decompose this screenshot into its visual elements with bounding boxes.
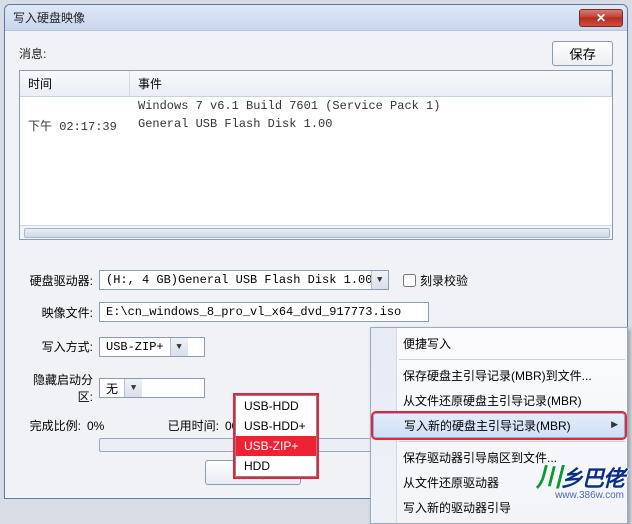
hidden-partition-value: 无 bbox=[100, 380, 124, 397]
hidden-partition-label: 隐藏启动分区: bbox=[19, 371, 99, 405]
progress-value: 0% bbox=[87, 419, 151, 433]
log-row: 下午 02:17:39 General USB Flash Disk 1.00 bbox=[20, 115, 612, 136]
log-time-cell bbox=[20, 97, 130, 115]
write-method-option[interactable]: USB-ZIP+ bbox=[236, 436, 316, 456]
write-method-combo[interactable]: USB-ZIP+ ▼ bbox=[99, 337, 205, 357]
progress-label: 完成比例: bbox=[19, 417, 81, 434]
log-scrollbar[interactable] bbox=[20, 225, 612, 239]
write-method-option[interactable]: HDD bbox=[236, 456, 316, 476]
log-header: 时间 事件 bbox=[20, 71, 612, 97]
log-rows: Windows 7 v6.1 Build 7601 (Service Pack … bbox=[20, 97, 612, 225]
drive-value: (H:, 4 GB)General USB Flash Disk 1.00 bbox=[100, 273, 371, 287]
write-method-label: 写入方式: bbox=[19, 338, 99, 355]
menu-item-save-mbr[interactable]: 保存硬盘主引导记录(MBR)到文件... bbox=[371, 363, 627, 388]
elapsed-label: 已用时间: bbox=[157, 417, 219, 434]
write-method-option[interactable]: USB-HDD+ bbox=[236, 416, 316, 436]
chevron-down-icon[interactable]: ▼ bbox=[124, 379, 142, 397]
menu-separator bbox=[399, 359, 625, 360]
hidden-partition-combo[interactable]: 无 ▼ bbox=[99, 378, 205, 398]
scrollbar-thumb[interactable] bbox=[24, 228, 610, 238]
menu-item-write-new-mbr[interactable]: 写入新的硬盘主引导记录(MBR) bbox=[373, 413, 625, 438]
chevron-down-icon[interactable]: ▼ bbox=[371, 271, 389, 289]
drive-combo[interactable]: (H:, 4 GB)General USB Flash Disk 1.00 ▼ bbox=[99, 270, 389, 290]
save-button[interactable]: 保存 bbox=[552, 41, 613, 66]
image-file-input[interactable]: E:\cn_windows_8_pro_vl_x64_dvd_917773.is… bbox=[99, 302, 429, 322]
log-col-event[interactable]: 事件 bbox=[130, 71, 612, 96]
log-panel: 时间 事件 Windows 7 v6.1 Build 7601 (Service… bbox=[19, 70, 613, 240]
watermark-rest: 乡巴佬 bbox=[561, 466, 624, 491]
chevron-down-icon[interactable]: ▼ bbox=[170, 338, 188, 356]
close-button[interactable]: ✕ bbox=[579, 9, 623, 27]
image-file-value: E:\cn_windows_8_pro_vl_x64_dvd_917773.is… bbox=[106, 305, 401, 319]
log-event-cell: Windows 7 v6.1 Build 7601 (Service Pack … bbox=[130, 97, 612, 115]
write-method-option[interactable]: USB-HDD bbox=[236, 396, 316, 416]
verify-checkbox-input[interactable] bbox=[403, 274, 416, 287]
watermark-text: 川乡巴佬 bbox=[536, 457, 624, 494]
watermark-accent: 川 bbox=[536, 462, 561, 492]
write-method-dropdown[interactable]: USB-HDD USB-HDD+ USB-ZIP+ HDD bbox=[235, 395, 317, 477]
verify-label: 刻录校验 bbox=[420, 272, 468, 289]
log-time-cell: 下午 02:17:39 bbox=[20, 115, 130, 136]
verify-checkbox[interactable]: 刻录校验 bbox=[399, 271, 468, 290]
window-title: 写入硬盘映像 bbox=[13, 9, 85, 26]
menu-item-restore-mbr[interactable]: 从文件还原硬盘主引导记录(MBR) bbox=[371, 388, 627, 413]
log-row: Windows 7 v6.1 Build 7601 (Service Pack … bbox=[20, 97, 612, 115]
watermark: 川乡巴佬 www.386w.com bbox=[536, 457, 624, 501]
menu-separator bbox=[399, 441, 625, 442]
close-icon: ✕ bbox=[596, 11, 606, 25]
log-col-time[interactable]: 时间 bbox=[20, 71, 130, 96]
menu-item-quickwrite[interactable]: 便捷写入 bbox=[371, 331, 627, 356]
image-label: 映像文件: bbox=[19, 304, 99, 321]
log-event-cell: General USB Flash Disk 1.00 bbox=[130, 115, 612, 136]
drive-label: 硬盘驱动器: bbox=[19, 272, 99, 289]
write-method-value: USB-ZIP+ bbox=[100, 340, 170, 354]
titlebar: 写入硬盘映像 ✕ bbox=[5, 5, 627, 31]
messages-label: 消息: bbox=[19, 45, 46, 62]
